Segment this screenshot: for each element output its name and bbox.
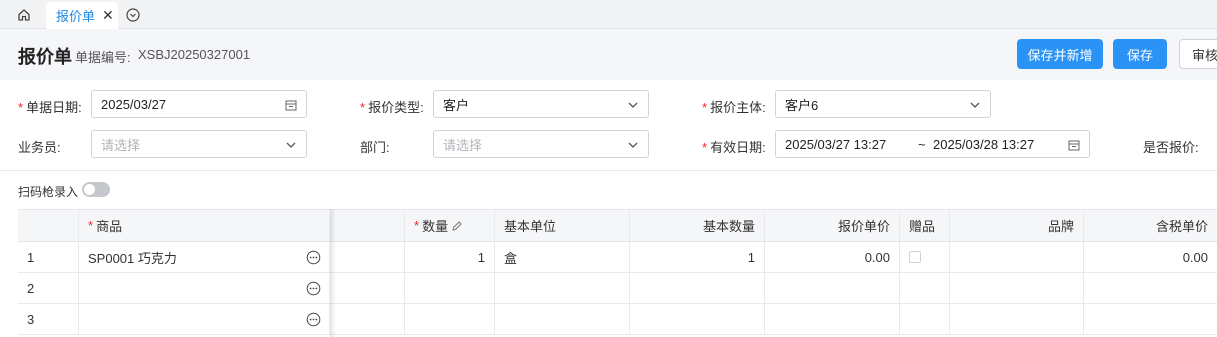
more-icon[interactable] — [306, 250, 321, 265]
col-quantity: * 数量 — [405, 210, 495, 241]
chevron-down-icon — [628, 142, 638, 148]
product-cell[interactable]: SP0001 巧克力 — [79, 242, 330, 272]
product-cell[interactable] — [79, 304, 330, 334]
scan-label: 扫码枪录入 — [18, 185, 79, 199]
calendar-icon — [1068, 140, 1080, 151]
table-row: 3 — [18, 304, 1217, 335]
table-row: 1 SP0001 巧克力 1 盒 1 0.00 0.00 — [18, 242, 1217, 273]
brand-cell[interactable] — [950, 304, 1084, 334]
price-cell[interactable] — [765, 304, 900, 334]
chevron-down-icon — [628, 102, 638, 108]
more-icon[interactable] — [306, 312, 321, 327]
hidden-cell — [330, 273, 405, 303]
quantity-cell[interactable] — [405, 304, 495, 334]
doc-no-value: XSBJ20250327001 — [138, 47, 251, 62]
col-gift: 赠品 — [900, 210, 950, 241]
doc-no-label: 单据编号: — [75, 50, 131, 65]
department-label: 部门: — [360, 140, 390, 155]
quantity-cell[interactable]: 1 — [405, 242, 495, 272]
quantity-cell[interactable] — [405, 273, 495, 303]
hidden-cell — [330, 304, 405, 334]
valid-date-end[interactable]: 2025/03/28 13:27 — [933, 137, 1034, 152]
department-select[interactable]: 请选择 — [433, 130, 649, 158]
col-product: * 商品 — [79, 210, 330, 241]
base-unit-cell[interactable]: 盒 — [495, 242, 630, 272]
quote-subject-select[interactable]: 客户6 — [775, 90, 991, 118]
col-price: 报价单价 — [765, 210, 900, 241]
valid-date-label: * 有效日期: — [702, 140, 766, 155]
scan-toggle[interactable] — [82, 182, 110, 197]
table-row: 2 — [18, 273, 1217, 304]
home-icon — [18, 9, 30, 21]
tab-quotation-label: 报价单 — [56, 9, 96, 24]
doc-date-label: * 单据日期: — [18, 100, 82, 115]
price-cell[interactable]: 0.00 — [765, 242, 900, 272]
chevron-down-icon — [970, 102, 980, 108]
quote-type-select[interactable]: 客户 — [433, 90, 649, 118]
more-icon[interactable] — [306, 281, 321, 296]
table-header: * 商品 * 数量 基本单位 基本数量 报价单价 赠品 品牌 含税单价 — [18, 209, 1217, 242]
page-title: 报价单 — [18, 47, 72, 67]
tab-bar: 报价单 ✕ — [0, 0, 1217, 29]
base-qty-cell[interactable]: 1 — [630, 242, 765, 272]
valid-date-start[interactable]: 2025/03/27 13:27 — [785, 137, 886, 152]
chevron-down-icon — [286, 142, 296, 148]
save-and-new-button[interactable]: 保存并新增 — [1017, 39, 1103, 69]
save-button[interactable]: 保存 — [1113, 39, 1167, 69]
frozen-column-shadow — [330, 209, 336, 337]
tax-price-cell[interactable]: 0.00 — [1084, 242, 1217, 272]
base-qty-cell[interactable] — [630, 304, 765, 334]
quote-subject-label: * 报价主体: — [702, 100, 766, 115]
calendar-icon — [285, 100, 297, 111]
hidden-cell — [330, 242, 405, 272]
brand-cell[interactable] — [950, 273, 1084, 303]
gift-checkbox[interactable] — [909, 251, 921, 263]
base-unit-cell[interactable] — [495, 273, 630, 303]
col-tax-price: 含税单价 — [1155, 219, 1208, 234]
base-qty-cell[interactable] — [630, 273, 765, 303]
doc-date-field[interactable]: 2025/03/27 — [91, 90, 307, 118]
gift-cell — [900, 304, 950, 334]
row-index: 3 — [18, 304, 79, 334]
quote-type-label: * 报价类型: — [360, 100, 424, 115]
edit-icon[interactable] — [451, 220, 463, 232]
row-index: 2 — [18, 273, 79, 303]
items-table: * 商品 * 数量 基本单位 基本数量 报价单价 赠品 品牌 含税单价 1 SP00… — [18, 209, 1217, 337]
audit-button[interactable]: 审核 — [1179, 39, 1217, 69]
chevron-circle-down-icon[interactable] — [125, 7, 141, 23]
salesperson-label: 业务员: — [18, 140, 61, 155]
home-tab[interactable] — [10, 4, 38, 26]
is-quoted-label: 是否报价: — [1143, 140, 1199, 155]
toggle-knob — [84, 184, 95, 195]
valid-date-range[interactable]: 2025/03/27 13:27 ~ 2025/03/28 13:27 — [775, 130, 1090, 158]
salesperson-select[interactable]: 请选择 — [91, 130, 307, 158]
gift-cell — [900, 273, 950, 303]
gift-cell — [900, 242, 950, 272]
tax-price-cell[interactable] — [1084, 304, 1217, 334]
col-base-qty: 基本数量 — [630, 210, 765, 241]
close-icon[interactable]: ✕ — [102, 7, 114, 24]
tax-price-cell[interactable] — [1084, 273, 1217, 303]
col-hidden — [330, 210, 405, 241]
col-base-unit: 基本单位 — [495, 210, 630, 241]
row-index: 1 — [18, 242, 79, 272]
price-cell[interactable] — [765, 273, 900, 303]
base-unit-cell[interactable] — [495, 304, 630, 334]
range-separator: ~ — [918, 136, 926, 152]
section-divider — [0, 170, 1217, 171]
brand-cell[interactable] — [950, 242, 1084, 272]
product-cell[interactable] — [79, 273, 330, 303]
page-header: 报价单 单据编号: XSBJ20250327001 保存并新增 保存 审核 — [0, 29, 1217, 80]
col-index — [18, 210, 79, 241]
col-brand: 品牌 — [950, 210, 1084, 241]
tab-quotation[interactable]: 报价单 ✕ — [46, 2, 118, 29]
